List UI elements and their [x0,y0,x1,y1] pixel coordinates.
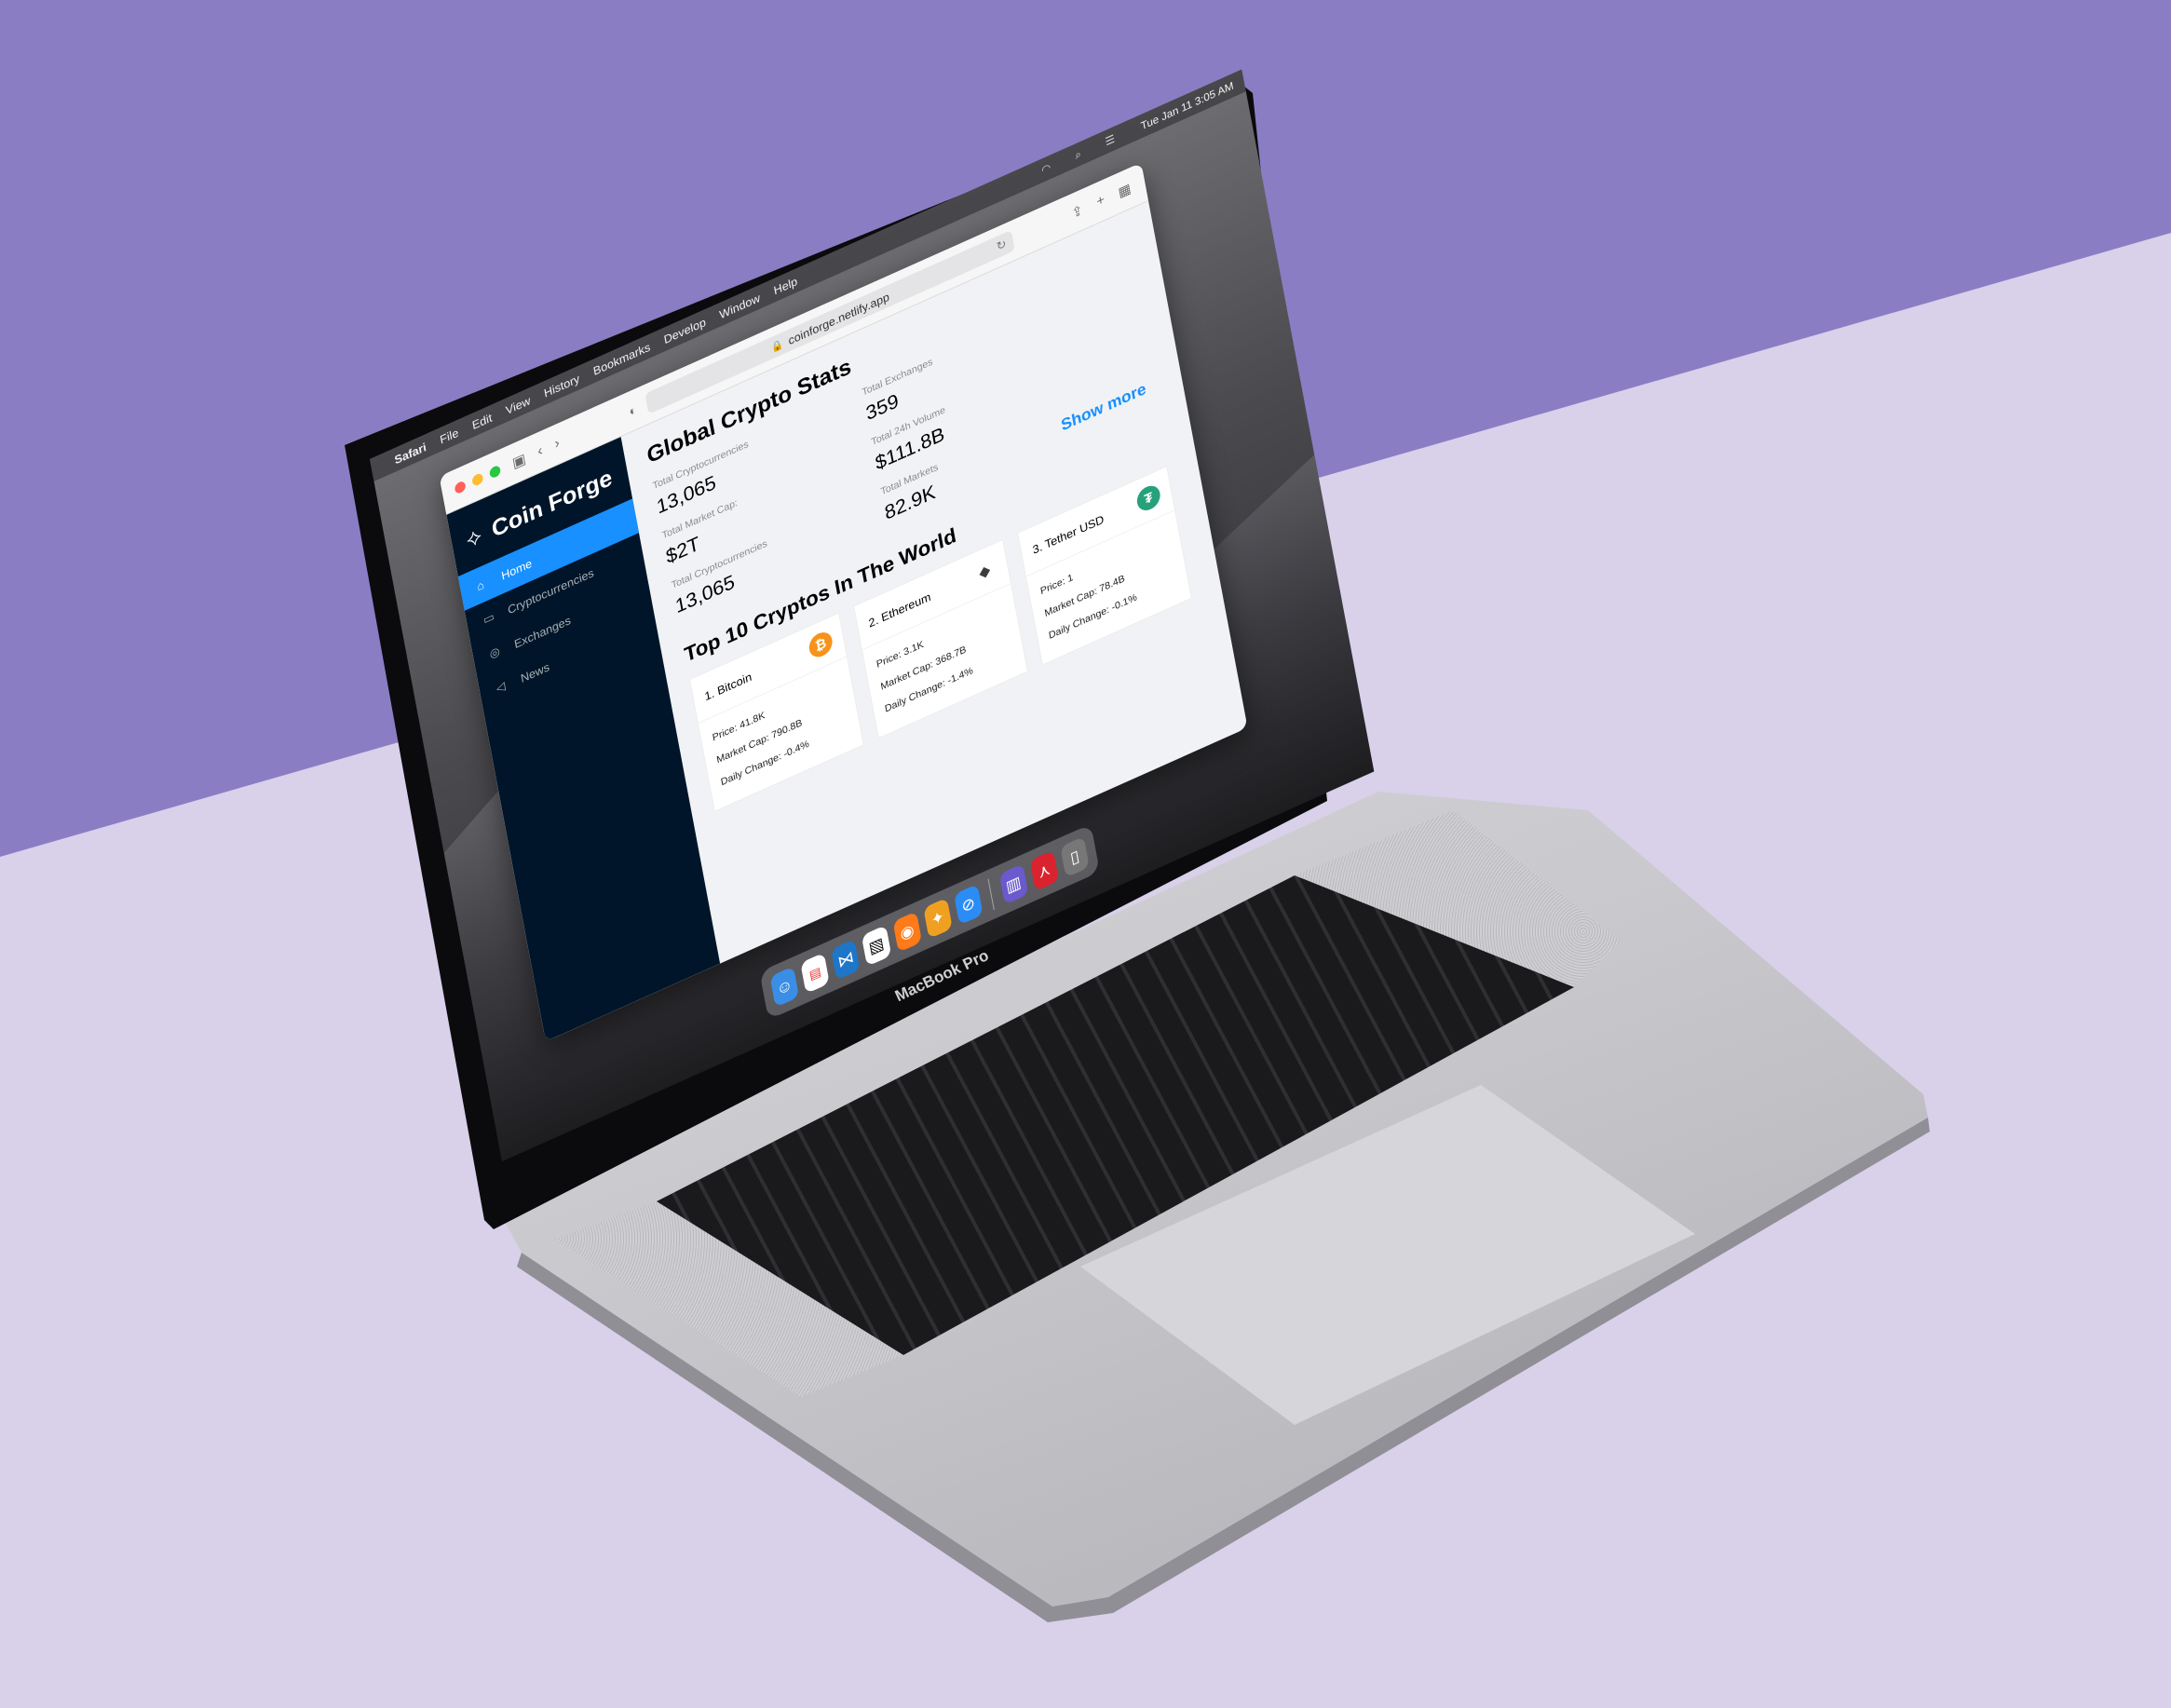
bulb-icon: ◎ [488,644,501,661]
trash-icon[interactable]: ▯ [1060,835,1090,878]
firefox-icon[interactable]: ◉ [892,911,922,953]
calendar-icon[interactable]: ▤ [800,952,831,995]
safari-icon[interactable]: ⊘ [953,884,984,926]
forward-icon[interactable]: › [553,435,561,453]
acrobat-icon[interactable]: ⋏ [1029,849,1059,892]
reload-icon[interactable]: ↻ [996,237,1008,254]
money-icon: ▭ [482,609,495,628]
menu-file[interactable]: File [439,426,459,447]
archive-icon[interactable]: ▥ [998,863,1029,905]
search-icon[interactable]: ⌕ [1074,147,1082,163]
menu-help[interactable]: Help [772,274,798,297]
megaphone-icon: ◁ [495,678,507,696]
back-icon[interactable]: ‹ [536,443,544,461]
menu-view[interactable]: View [505,393,532,416]
privacy-shield-icon[interactable]: ◐ [628,401,638,418]
lock-icon: 🔒 [770,338,785,355]
tab-overview-icon[interactable]: ▦ [1117,180,1132,201]
figma-icon[interactable]: ✦ [922,897,953,940]
share-icon[interactable]: ⇪ [1070,201,1084,222]
control-center-icon[interactable]: ☰ [1105,131,1117,148]
notion-icon[interactable]: ▧ [862,925,891,967]
close-button[interactable] [454,480,467,495]
minimize-button[interactable] [471,471,484,488]
vscode-icon[interactable]: ⋈ [831,938,861,981]
sidebar-item-label: Home [500,555,534,583]
dock-separator [987,878,995,911]
sidebar-toggle-icon[interactable]: ▣ [511,450,528,473]
menu-edit[interactable]: Edit [471,410,494,431]
sidebar-item-label: News [519,659,550,685]
zoom-button[interactable] [488,464,502,480]
card-title: 1. Bitcoin [703,669,753,703]
wifi-icon[interactable]: ◠ [1040,160,1052,177]
bitcoin-icon: ₿ [807,628,834,661]
home-icon: ⌂ [475,576,485,593]
ethereum-icon: ◆ [970,555,998,588]
window-controls [454,464,502,495]
show-more-link[interactable]: Show more [1060,379,1147,435]
new-tab-icon[interactable]: + [1095,192,1106,210]
finder-icon[interactable]: ☺ [769,966,800,1008]
tether-icon: ₮ [1134,481,1162,515]
logo-bird-icon: ⟡ [464,521,484,554]
